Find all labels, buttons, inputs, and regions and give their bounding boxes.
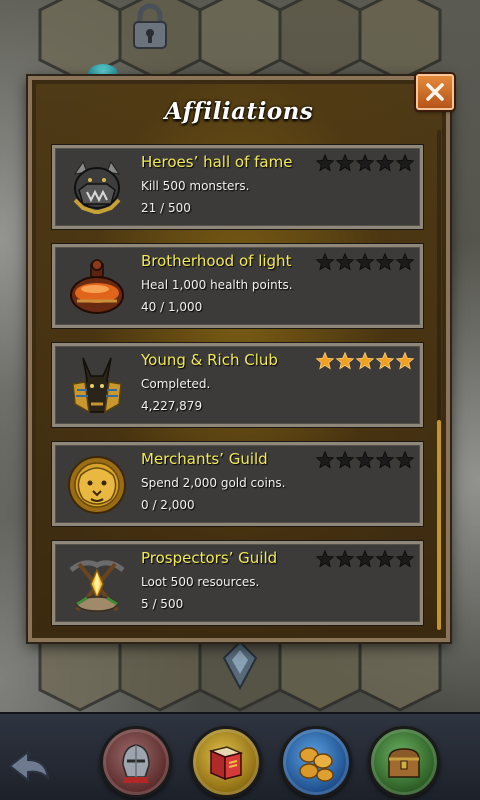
anubis-mask-icon <box>65 354 129 418</box>
back-button[interactable] <box>6 744 52 788</box>
gold-coins-icon <box>299 747 334 782</box>
star-empty-icon <box>335 450 355 469</box>
star-rating-stars <box>315 252 415 271</box>
affiliation-name: Merchants’ Guild <box>141 450 268 468</box>
star-empty-icon <box>395 252 415 271</box>
hero-button[interactable] <box>100 726 172 798</box>
affiliation-description: Completed. <box>141 377 211 391</box>
star-filled-icon <box>315 351 335 370</box>
pickaxe-crystal-icon <box>65 552 129 616</box>
affiliation-description: Loot 500 resources. <box>141 575 260 589</box>
star-empty-icon <box>335 252 355 271</box>
gold-button[interactable] <box>280 726 352 798</box>
affiliation-progress: 0 / 2,000 <box>141 498 195 512</box>
star-empty-icon <box>315 252 335 271</box>
star-rating <box>315 252 415 271</box>
treasure-chest-icon <box>388 748 420 778</box>
star-rating <box>315 450 415 469</box>
affiliation-card-prospectors[interactable]: Prospectors’ Guild Loot 500 resources. 5… <box>52 541 423 625</box>
star-empty-icon <box>335 153 355 172</box>
panel-title: Affiliations <box>164 98 314 125</box>
star-rating-stars <box>315 549 415 568</box>
star-empty-icon <box>375 153 395 172</box>
star-empty-icon <box>375 450 395 469</box>
star-rating-stars <box>315 450 415 469</box>
back-arrow-icon <box>8 749 50 783</box>
star-empty-icon <box>395 549 415 568</box>
star-empty-icon <box>355 549 375 568</box>
scrollbar-thumb[interactable] <box>437 420 441 630</box>
affiliation-name: Brotherhood of light <box>141 252 292 270</box>
close-button[interactable] <box>416 74 454 110</box>
affiliation-description: Spend 2,000 gold coins. <box>141 476 286 490</box>
star-empty-icon <box>355 153 375 172</box>
star-filled-icon <box>395 351 415 370</box>
affiliation-name: Heroes’ hall of fame <box>141 153 293 171</box>
affiliation-name: Prospectors’ Guild <box>141 549 278 567</box>
star-empty-icon <box>315 153 335 172</box>
star-empty-icon <box>315 450 335 469</box>
star-empty-icon <box>355 450 375 469</box>
affiliation-description: Kill 500 monsters. <box>141 179 250 193</box>
star-rating <box>315 153 415 172</box>
affiliation-card-young-rich[interactable]: Young & Rich Club Completed. 4,227,879 <box>52 343 423 427</box>
quest-book-icon <box>208 746 244 781</box>
affiliation-progress: 40 / 1,000 <box>141 300 203 314</box>
knight-helmet-icon <box>122 744 150 783</box>
star-filled-icon <box>355 351 375 370</box>
map-marker-icon <box>218 640 262 690</box>
star-empty-icon <box>315 549 335 568</box>
star-rating <box>315 351 415 370</box>
star-rating-stars <box>315 351 415 370</box>
star-rating-stars <box>315 153 415 172</box>
quests-button[interactable] <box>190 726 262 798</box>
affiliation-progress: 21 / 500 <box>141 201 191 215</box>
helmet-icon <box>65 156 129 220</box>
affiliation-description: Heal 1,000 health points. <box>141 278 293 292</box>
star-filled-icon <box>375 351 395 370</box>
star-empty-icon <box>355 252 375 271</box>
star-empty-icon <box>395 450 415 469</box>
affiliation-card-merchants[interactable]: Merchants’ Guild Spend 2,000 gold coins.… <box>52 442 423 526</box>
star-empty-icon <box>375 252 395 271</box>
star-empty-icon <box>375 549 395 568</box>
inventory-button[interactable] <box>368 726 440 798</box>
star-empty-icon <box>395 153 415 172</box>
lion-head-icon <box>65 453 129 517</box>
affiliation-progress: 4,227,879 <box>141 399 203 413</box>
potion-icon <box>65 255 129 319</box>
star-empty-icon <box>335 549 355 568</box>
affiliation-name: Young & Rich Club <box>141 351 278 369</box>
affiliation-card-brotherhood[interactable]: Brotherhood of light Heal 1,000 health p… <box>52 244 423 328</box>
lock-icon <box>128 2 172 52</box>
affiliation-card-heroes[interactable]: Heroes’ hall of fame Kill 500 monsters. … <box>52 145 423 229</box>
star-filled-icon <box>335 351 355 370</box>
star-rating <box>315 549 415 568</box>
bottom-navigation-bar <box>0 712 480 800</box>
close-icon <box>426 83 444 101</box>
affiliation-progress: 5 / 500 <box>141 597 184 611</box>
